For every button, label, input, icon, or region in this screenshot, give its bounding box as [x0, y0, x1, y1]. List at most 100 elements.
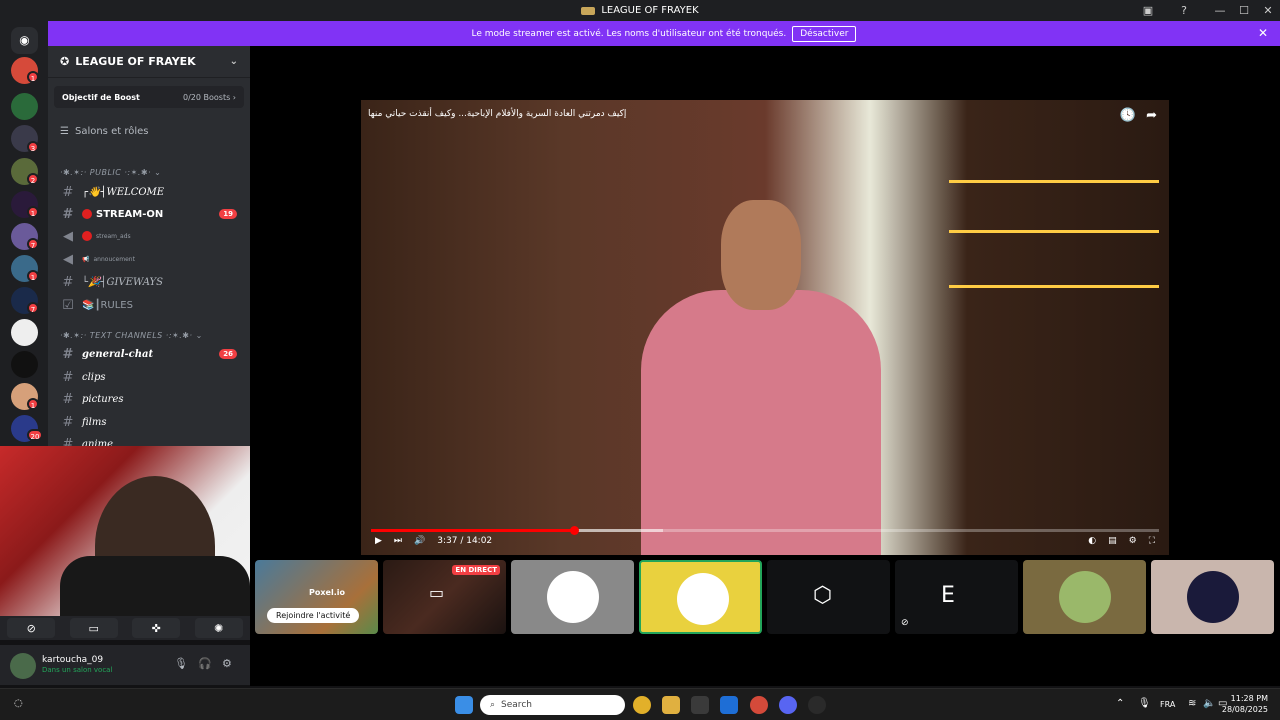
- server-icon[interactable]: [11, 351, 38, 378]
- channel-stream-on[interactable]: # STREAM-ON 19: [60, 205, 245, 223]
- fullscreen-icon[interactable]: ⛶: [1149, 536, 1155, 546]
- channel-label: pictures: [82, 393, 124, 405]
- channel-giveaways[interactable]: # └🎉┤GIVEWAYS: [60, 273, 245, 291]
- close-banner-icon[interactable]: ✕: [1258, 26, 1268, 40]
- gear-icon[interactable]: ⚙: [222, 657, 232, 670]
- channel-label: annoucement: [93, 255, 135, 263]
- boost-count: 0/20 Boosts ›: [183, 92, 236, 102]
- soundboard-icon[interactable]: ✺: [194, 618, 243, 638]
- category-public[interactable]: ·✱.✶:· PUBLIC ·:✶.✱· ⌄: [60, 168, 161, 177]
- participant-tile[interactable]: ⬡: [767, 560, 890, 634]
- camera-off-icon: ⊘: [901, 618, 909, 628]
- channel-anime[interactable]: # anime: [60, 435, 245, 447]
- activity-icon[interactable]: ✜: [132, 618, 181, 638]
- wifi-icon[interactable]: ≋: [1188, 698, 1196, 709]
- server-badge: 1: [27, 206, 39, 218]
- channel-pictures[interactable]: # pictures: [60, 390, 245, 408]
- progress-handle[interactable]: [570, 526, 580, 535]
- participant-tile[interactable]: [1151, 560, 1274, 634]
- server-header[interactable]: ✪ LEAGUE OF FRAYEK ⌄: [48, 46, 250, 78]
- server-icon[interactable]: [11, 93, 38, 120]
- streamer-shirt: [60, 556, 250, 616]
- weather-icon[interactable]: ◌: [14, 698, 23, 709]
- channel-general-chat[interactable]: # general-chat 26: [60, 345, 245, 363]
- participant-tile[interactable]: [511, 560, 634, 634]
- language-indicator[interactable]: FRA: [1160, 700, 1175, 709]
- channel-films[interactable]: # films: [60, 413, 245, 431]
- minimize-button[interactable]: —: [1208, 0, 1232, 21]
- screen-share-icon[interactable]: ▭: [69, 618, 118, 638]
- inbox-icon[interactable]: ▣: [1136, 0, 1160, 21]
- server-name: LEAGUE OF FRAYEK: [75, 55, 196, 68]
- participant-tile[interactable]: E ⊘: [895, 560, 1018, 634]
- outlook-icon[interactable]: [720, 696, 738, 714]
- clock[interactable]: 11:28 PM 28/08/2025: [1222, 693, 1268, 715]
- next-icon[interactable]: ⏭: [394, 536, 402, 546]
- headphones-icon[interactable]: 🎧: [198, 657, 212, 670]
- chrome-icon[interactable]: [633, 696, 651, 714]
- taskbar-search[interactable]: ⌕ Search: [480, 695, 625, 715]
- camera-off-icon[interactable]: ⊘: [7, 618, 56, 638]
- microphone-icon[interactable]: 🎙: [1138, 698, 1151, 709]
- video-title[interactable]: إكيف دمرتني العادة السرية والأفلام الإبا…: [368, 109, 626, 119]
- server-badge: 1: [27, 398, 39, 410]
- help-icon[interactable]: ?: [1172, 0, 1196, 21]
- video-person: [591, 200, 931, 555]
- play-icon[interactable]: ▶: [375, 536, 382, 546]
- hash-icon: #: [62, 184, 74, 200]
- progress-fill: [371, 529, 575, 532]
- captions-icon[interactable]: ▤: [1108, 536, 1117, 546]
- video-player[interactable]: إكيف دمرتني العادة السرية والأفلام الإبا…: [361, 100, 1169, 555]
- settings-icon[interactable]: ⚙: [1129, 536, 1137, 546]
- app-icon[interactable]: [808, 696, 826, 714]
- disable-streamer-button[interactable]: Désactiver: [792, 25, 857, 42]
- list-icon: ☰: [60, 126, 69, 137]
- file-explorer-icon[interactable]: [662, 696, 680, 714]
- participant-tile[interactable]: [1023, 560, 1146, 634]
- mention-badge: 26: [219, 349, 237, 359]
- volume-icon[interactable]: 🔊: [414, 536, 425, 546]
- user-status: Dans un salon vocal: [42, 666, 113, 674]
- participant-tile-speaking[interactable]: [639, 560, 762, 634]
- video-progress-bar[interactable]: [371, 526, 1159, 535]
- close-window-button[interactable]: ✕: [1256, 0, 1280, 21]
- channel-rules[interactable]: ☑ 📚┃RULES: [60, 296, 245, 314]
- hash-icon: #: [62, 436, 74, 447]
- maximize-button[interactable]: ☐: [1232, 0, 1256, 21]
- server-icon[interactable]: [11, 319, 38, 346]
- store-icon[interactable]: [691, 696, 709, 714]
- shelf-light: [949, 285, 1159, 288]
- avatar[interactable]: [10, 653, 36, 679]
- app-logo-icon: [581, 6, 596, 15]
- channel-label: 📚┃RULES: [82, 299, 133, 311]
- autoplay-toggle-icon[interactable]: ◐: [1088, 536, 1096, 546]
- chrome-icon[interactable]: [750, 696, 768, 714]
- rules-icon: ☑: [62, 297, 74, 313]
- boost-goal[interactable]: Objectif de Boost 0/20 Boosts ›: [54, 86, 244, 108]
- category-text[interactable]: ·✱.✶:· TEXT CHANNELS ·:✶.✱· ⌄: [60, 331, 203, 340]
- server-badge: 1: [27, 71, 39, 83]
- video-top-controls: 🕓 ➦: [1120, 108, 1157, 123]
- discord-icon[interactable]: [779, 696, 797, 714]
- hash-icon: #: [62, 206, 74, 222]
- channel-clips[interactable]: # clips: [60, 368, 245, 386]
- channel-welcome[interactable]: # ┌👋┤WELCOME: [60, 183, 245, 201]
- clock-icon[interactable]: 🕓: [1120, 108, 1136, 123]
- chevron-up-icon[interactable]: ⌃: [1116, 698, 1124, 709]
- channel-label: films: [82, 416, 107, 428]
- server-badge: 2: [27, 173, 39, 185]
- share-icon[interactable]: ➦: [1146, 108, 1157, 123]
- channels-and-roles[interactable]: ☰ Salons et rôles: [60, 126, 148, 137]
- discord-home-icon[interactable]: ◉: [11, 27, 38, 54]
- microphone-icon[interactable]: 🎙: [174, 657, 188, 670]
- channel-announcement[interactable]: ◀ 📢 annoucement: [60, 250, 245, 268]
- activity-tile-poxel[interactable]: Poxel.io Rejoindre l'activité: [255, 560, 378, 634]
- username: kartoucha_09: [42, 655, 104, 665]
- join-activity-button[interactable]: Rejoindre l'activité: [267, 608, 360, 623]
- speaker-icon[interactable]: 🔈: [1203, 698, 1215, 709]
- live-badge: EN DIRECT: [452, 565, 500, 575]
- channel-stream-ads[interactable]: ◀ stream_ads: [60, 227, 245, 245]
- start-icon[interactable]: [455, 696, 473, 714]
- participant-tile-live[interactable]: EN DIRECT ▭: [383, 560, 506, 634]
- channel-label: STREAM-ON: [96, 208, 164, 220]
